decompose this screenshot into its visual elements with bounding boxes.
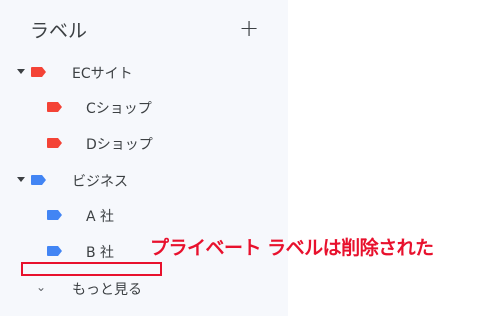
label-tag-icon bbox=[47, 246, 63, 256]
show-more-label: もっと見る bbox=[72, 282, 142, 298]
labels-title: ラベル bbox=[30, 20, 88, 42]
label-item-text: B 社 bbox=[86, 245, 115, 261]
add-label-button[interactable]: + bbox=[236, 14, 262, 42]
caret-down-icon[interactable] bbox=[17, 69, 25, 74]
labels-header: ラベル + bbox=[30, 14, 270, 42]
label-item-text: ビジネス bbox=[72, 174, 128, 190]
label-item-text: Dショップ bbox=[86, 137, 153, 153]
show-more-button[interactable]: ⌄ もっと見る bbox=[0, 274, 288, 304]
chevron-down-icon: ⌄ bbox=[36, 280, 47, 294]
label-tag-icon bbox=[31, 67, 47, 77]
label-tag-icon bbox=[47, 210, 63, 220]
removed-labels-highlight bbox=[21, 262, 162, 276]
label-item-business[interactable]: ビジネス bbox=[0, 166, 288, 196]
label-item-text: A 社 bbox=[86, 209, 115, 225]
label-item-text: ECサイト bbox=[72, 66, 133, 82]
label-tag-icon bbox=[47, 138, 63, 148]
label-tag-icon bbox=[47, 102, 63, 112]
label-tag-icon bbox=[31, 175, 47, 185]
label-item-c-shop[interactable]: Cショップ bbox=[0, 93, 288, 123]
label-item-ec-site[interactable]: ECサイト bbox=[0, 58, 288, 88]
label-item-company-a[interactable]: A 社 bbox=[0, 201, 288, 231]
annotation-text: プライベート ラベルは削除された bbox=[150, 237, 434, 259]
label-item-text: Cショップ bbox=[86, 101, 152, 117]
caret-down-icon[interactable] bbox=[17, 177, 25, 182]
label-item-d-shop[interactable]: Dショップ bbox=[0, 129, 288, 159]
plus-icon: + bbox=[238, 14, 260, 42]
